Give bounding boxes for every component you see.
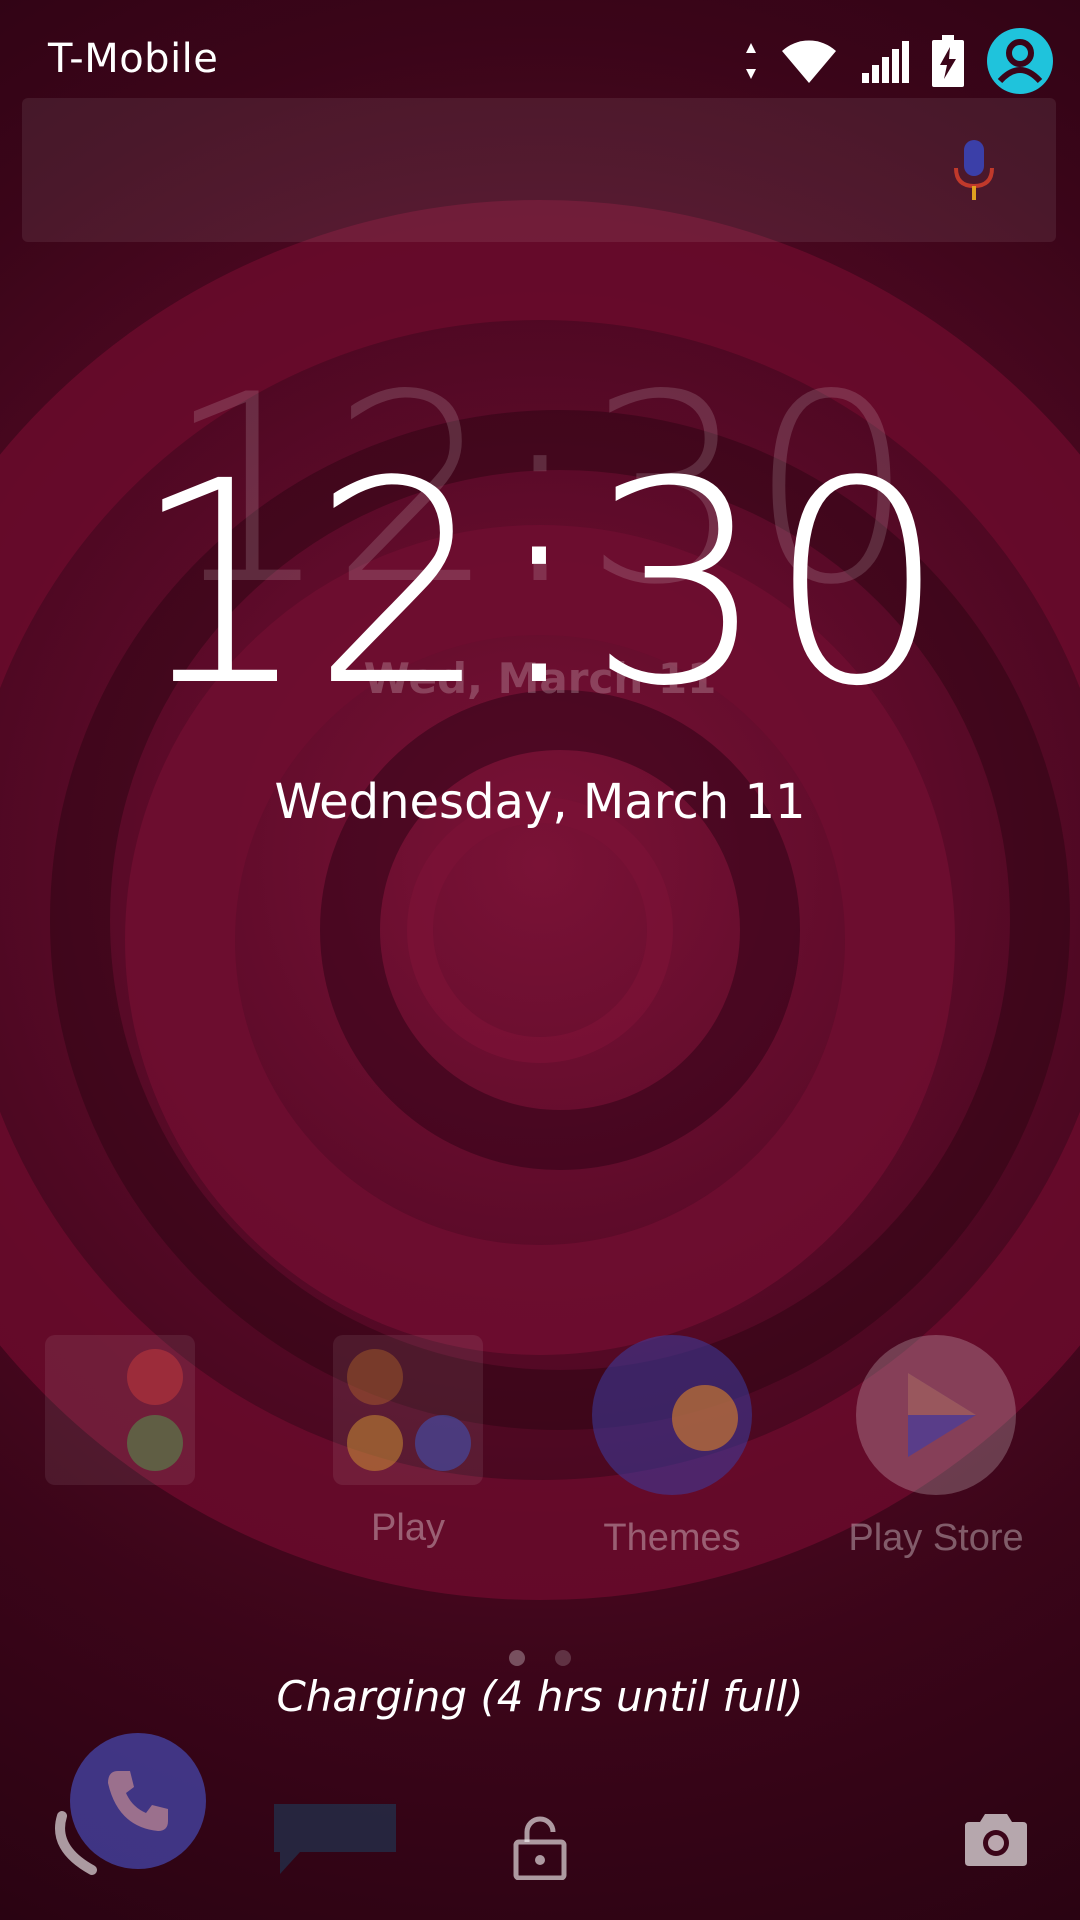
app-label: Themes — [603, 1517, 741, 1559]
themes-icon — [592, 1335, 752, 1495]
lockscreen-time: 12:30 — [131, 422, 949, 748]
lockscreen-date: Wednesday, March 11 — [274, 774, 806, 830]
home-themes-app: Themes — [572, 1335, 772, 1560]
app-label: Play — [371, 1507, 445, 1549]
page-dot — [509, 1650, 525, 1666]
lockscreen-bottom-bar — [0, 1720, 1080, 1920]
search-bar — [22, 98, 1056, 242]
home-app-row: Play Themes Play Store — [0, 1335, 1080, 1575]
phone-icon — [108, 1771, 168, 1831]
home-folder — [20, 1335, 220, 1507]
play-store-icon — [856, 1335, 1016, 1495]
mic-icon — [952, 140, 996, 208]
home-play-store-app: Play Store — [836, 1335, 1036, 1560]
wallpaper — [0, 200, 1080, 1600]
data-arrows-icon — [744, 41, 758, 81]
lock-icon[interactable] — [513, 1816, 567, 1884]
page-dot — [555, 1650, 571, 1666]
app-label: Play Store — [848, 1517, 1024, 1559]
play-folder-icon — [333, 1335, 483, 1485]
home-play-folder: Play — [308, 1335, 508, 1550]
messaging-ghost-icon — [270, 1798, 410, 1882]
phone-button[interactable] — [70, 1733, 206, 1869]
wifi-icon — [780, 37, 838, 85]
battery-charging-icon — [932, 35, 964, 87]
folder-icon — [45, 1335, 195, 1485]
user-avatar-icon[interactable] — [986, 27, 1054, 95]
camera-icon[interactable] — [965, 1812, 1027, 1870]
page-indicator — [0, 1650, 1080, 1666]
status-icons — [744, 26, 1054, 96]
charging-status: Charging (4 hrs until full) — [276, 1672, 804, 1721]
cell-signal-icon — [860, 39, 910, 83]
carrier-name: T-Mobile — [48, 36, 219, 82]
